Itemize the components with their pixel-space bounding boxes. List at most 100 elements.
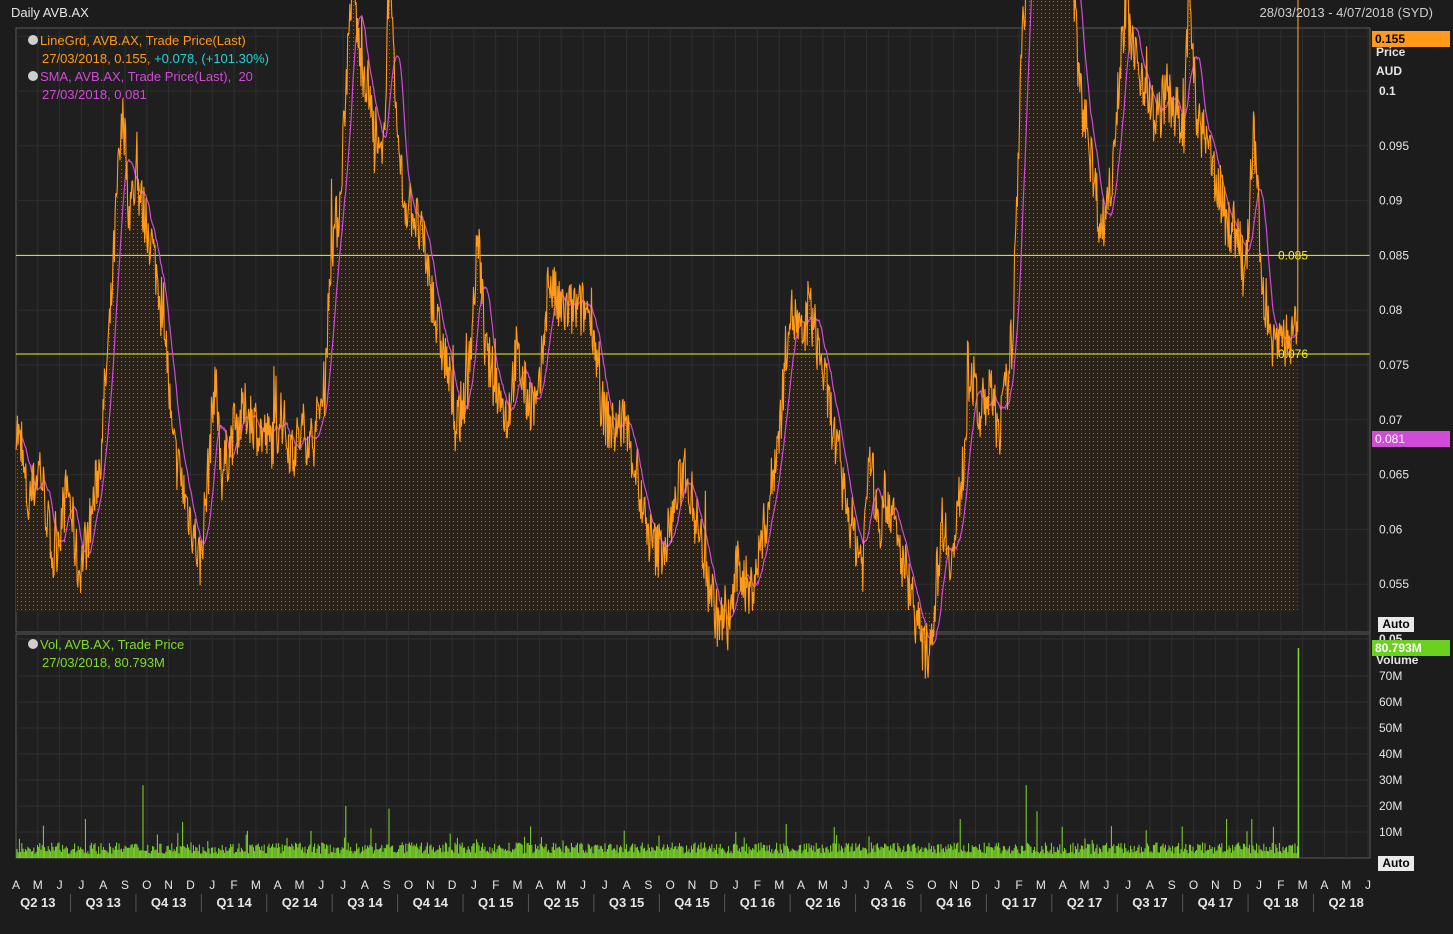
x-tick-quarter: Q1 18 <box>1263 895 1298 910</box>
y-tick-label: 0.06 <box>1379 522 1403 536</box>
x-tick-month: J <box>994 878 1000 892</box>
x-tick-month: S <box>906 878 914 892</box>
x-tick-month: M <box>1036 878 1046 892</box>
x-tick-quarter: Q2 13 <box>20 895 55 910</box>
x-tick-month: J <box>340 878 346 892</box>
x-tick-month: A <box>884 878 892 892</box>
x-tick-quarter: Q3 17 <box>1132 895 1167 910</box>
x-tick-quarter: Q4 17 <box>1198 895 1233 910</box>
sma-current-tag: 0.081 <box>1372 431 1450 447</box>
x-tick-month: A <box>1320 878 1328 892</box>
y-tick-label: 0.065 <box>1379 468 1409 482</box>
x-tick-month: M <box>513 878 523 892</box>
x-tick-quarter: Q1 15 <box>478 895 513 910</box>
lineGrd-legend-change: +0.078, (+101.30%) <box>154 51 269 66</box>
vol-legend-value: 27/03/2018, 80.793M <box>42 655 165 670</box>
x-tick-quarter: Q2 17 <box>1067 895 1102 910</box>
x-tick-month: A <box>12 878 20 892</box>
x-tick-month: A <box>361 878 369 892</box>
volume-auto-button[interactable]: Auto <box>1378 856 1414 871</box>
x-tick-quarter: Q2 16 <box>805 895 840 910</box>
x-tick-month: M <box>818 878 828 892</box>
x-tick-month: M <box>774 878 784 892</box>
x-tick-month: J <box>602 878 608 892</box>
x-tick-quarter: Q3 13 <box>86 895 121 910</box>
x-tick-month: D <box>971 878 980 892</box>
price-legend: LineGrd, AVB.AX, Trade Price(Last) 27/03… <box>28 32 269 104</box>
sma-legend-period: 20 <box>238 69 253 84</box>
price-current-tag: 0.155 <box>1372 31 1450 47</box>
volume-tick-label: 10M <box>1379 825 1402 839</box>
horizontal-line-label: 0.076 <box>1278 347 1308 361</box>
x-tick-month: F <box>1277 878 1284 892</box>
x-tick-month: J <box>1103 878 1109 892</box>
x-tick-month: F <box>492 878 499 892</box>
x-tick-month: N <box>164 878 173 892</box>
horizontal-line-label: 0.085 <box>1278 248 1308 262</box>
y-tick-label: 0.095 <box>1379 139 1409 153</box>
volume-tick-label: 50M <box>1379 721 1402 735</box>
price-auto-button[interactable]: Auto <box>1378 617 1414 632</box>
x-tick-month: N <box>949 878 958 892</box>
x-tick-quarter: Q1 16 <box>740 895 775 910</box>
x-tick-month: O <box>404 878 413 892</box>
volume-panel <box>15 633 1371 859</box>
x-tick-month: O <box>1189 878 1198 892</box>
x-tick-month: J <box>209 878 215 892</box>
volume-tick-label: 20M <box>1379 799 1402 813</box>
lineGrd-legend-name: LineGrd, AVB.AX, Trade Price(Last) <box>40 33 246 48</box>
y-tick-label: 0.09 <box>1379 194 1403 208</box>
legend-pin-icon[interactable] <box>28 639 38 649</box>
x-tick-month: S <box>121 878 129 892</box>
x-tick-month: J <box>580 878 586 892</box>
x-tick-month: A <box>274 878 282 892</box>
x-tick-month: F <box>230 878 237 892</box>
x-tick-month: J <box>78 878 84 892</box>
legend-pin-icon[interactable] <box>28 71 38 81</box>
x-tick-quarter: Q4 16 <box>936 895 971 910</box>
x-tick-month: M <box>294 878 304 892</box>
x-tick-month: J <box>1125 878 1131 892</box>
x-tick-quarter: Q1 14 <box>216 895 252 910</box>
x-tick-month: S <box>644 878 652 892</box>
x-tick-month: J <box>318 878 324 892</box>
x-tick-month: J <box>1365 878 1371 892</box>
y-tick-label: 0.085 <box>1379 248 1409 262</box>
y-tick-label: 0.1 <box>1379 84 1396 98</box>
x-tick-month: A <box>1146 878 1154 892</box>
volume-current-tag: 80.793M <box>1372 640 1450 656</box>
x-tick-quarter: Q1 17 <box>1001 895 1036 910</box>
vol-legend-name: Vol, AVB.AX, Trade Price <box>40 637 185 652</box>
x-tick-quarter: Q3 14 <box>347 895 383 910</box>
x-tick-month: J <box>842 878 848 892</box>
price-axis-unit: AUD <box>1376 64 1402 78</box>
x-tick-month: J <box>863 878 869 892</box>
x-tick-month: F <box>754 878 761 892</box>
x-tick-month: M <box>1298 878 1308 892</box>
x-tick-month: A <box>535 878 543 892</box>
x-tick-month: A <box>797 878 805 892</box>
x-tick-month: J <box>471 878 477 892</box>
x-tick-month: M <box>1341 878 1351 892</box>
x-tick-quarter: Q4 14 <box>413 895 449 910</box>
x-tick-month: D <box>709 878 718 892</box>
legend-pin-icon[interactable] <box>28 35 38 45</box>
x-tick-quarter: Q4 15 <box>674 895 709 910</box>
x-tick-month: O <box>927 878 936 892</box>
sma-legend-value: 27/03/2018, 0.081 <box>42 87 147 102</box>
volume-tick-label: 40M <box>1379 747 1402 761</box>
x-tick-month: S <box>383 878 391 892</box>
x-tick-month: O <box>666 878 675 892</box>
x-tick-month: D <box>1233 878 1242 892</box>
y-tick-label: 0.07 <box>1379 413 1403 427</box>
x-tick-month: F <box>1015 878 1022 892</box>
x-tick-month: J <box>1256 878 1262 892</box>
x-tick-month: D <box>448 878 457 892</box>
y-tick-label: 0.075 <box>1379 358 1409 372</box>
x-tick-quarter: Q3 16 <box>871 895 906 910</box>
x-tick-quarter: Q3 15 <box>609 895 644 910</box>
y-tick-label: 0.055 <box>1379 577 1409 591</box>
volume-legend: Vol, AVB.AX, Trade Price 27/03/2018, 80.… <box>28 636 184 672</box>
x-tick-month: A <box>623 878 631 892</box>
volume-tick-label: 60M <box>1379 695 1402 709</box>
